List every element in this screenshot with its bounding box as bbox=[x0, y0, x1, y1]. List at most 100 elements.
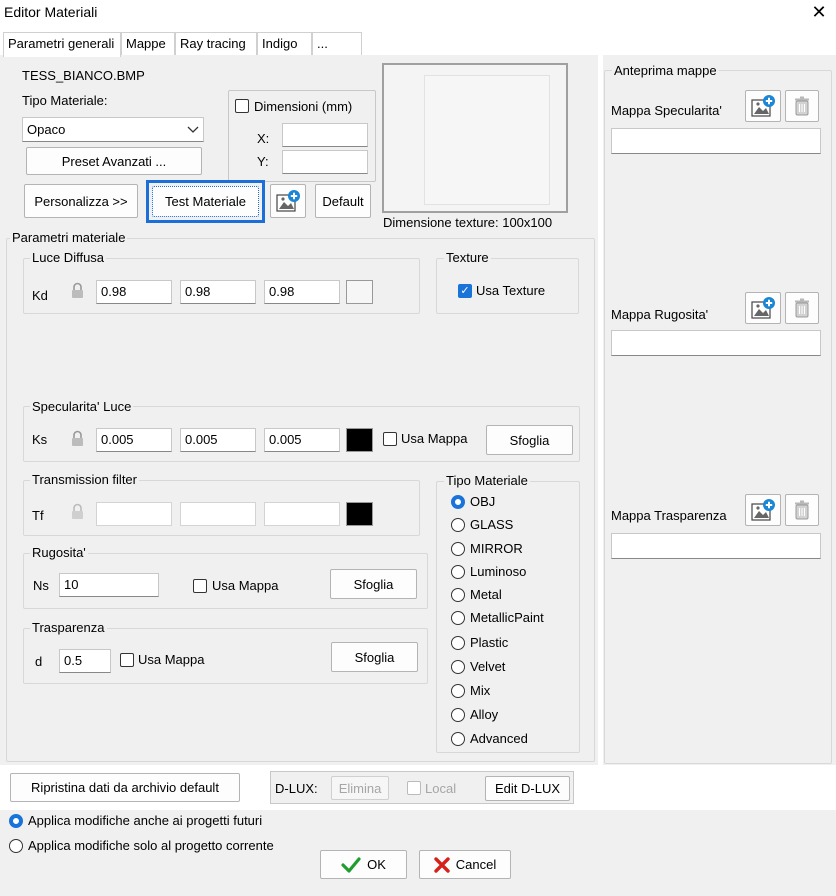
ks-label: Ks bbox=[32, 432, 48, 447]
tab-parametri-generali[interactable]: Parametri generali bbox=[3, 32, 121, 57]
apply-future-radio[interactable] bbox=[9, 814, 23, 828]
ks-g-input[interactable]: 0.005 bbox=[180, 428, 256, 452]
trash-icon bbox=[795, 500, 809, 520]
window-title: Editor Materiali bbox=[4, 4, 98, 20]
ks-r-input[interactable]: 0.005 bbox=[96, 428, 172, 452]
title-bar: Editor Materiali ✕ bbox=[0, 0, 836, 26]
add-image-button[interactable] bbox=[270, 184, 306, 218]
usa-texture-checkbox[interactable]: ✓ bbox=[458, 284, 472, 298]
tab-mappe[interactable]: Mappe bbox=[121, 32, 175, 56]
ripristina-button[interactable]: Ripristina dati da archivio default bbox=[10, 773, 240, 802]
y-label: Y: bbox=[257, 154, 269, 169]
radio-advanced[interactable] bbox=[451, 732, 465, 746]
d-label: d bbox=[35, 654, 43, 669]
anteprima-mappe-group bbox=[604, 70, 832, 764]
radio-luminoso[interactable] bbox=[451, 565, 465, 579]
rugosita-usa-mappa-checkbox[interactable] bbox=[193, 579, 207, 593]
ns-input[interactable]: 10 bbox=[59, 573, 159, 597]
transmission-color-swatch[interactable] bbox=[346, 502, 373, 526]
transparency-map-delete-button[interactable] bbox=[785, 494, 819, 526]
texture-preview-image bbox=[424, 75, 550, 205]
trasparenza-usa-mappa-checkbox[interactable] bbox=[120, 653, 134, 667]
test-materiale-button[interactable]: Test Materiale bbox=[152, 186, 259, 217]
d-input[interactable]: 0.5 bbox=[59, 649, 111, 673]
transmission-label: Transmission filter bbox=[30, 472, 139, 487]
diffuse-color-swatch[interactable] bbox=[346, 280, 373, 304]
y-input[interactable] bbox=[282, 150, 368, 174]
x-label: X: bbox=[257, 131, 270, 146]
tipo-materiale-group-label: Tipo Materiale bbox=[444, 473, 530, 488]
kd-b-input[interactable]: 0.98 bbox=[264, 280, 340, 304]
specular-map-delete-button[interactable] bbox=[785, 90, 819, 122]
radio-alloy-label: Alloy bbox=[470, 707, 499, 722]
radio-metallicpaint[interactable] bbox=[451, 611, 465, 625]
radio-metal[interactable] bbox=[451, 588, 465, 602]
x-mark-icon bbox=[434, 856, 450, 873]
kd-label: Kd bbox=[32, 288, 48, 303]
tf-g-input[interactable] bbox=[180, 502, 256, 526]
trasparenza-label: Trasparenza bbox=[30, 620, 107, 635]
rugosita-label: Rugosita' bbox=[30, 545, 88, 560]
kd-g-input[interactable]: 0.98 bbox=[180, 280, 256, 304]
tab-indigo[interactable]: Indigo bbox=[257, 32, 312, 56]
apply-current-label: Applica modifiche solo al progetto corre… bbox=[28, 838, 274, 853]
tf-r-input[interactable] bbox=[96, 502, 172, 526]
trasparenza-sfoglia-button[interactable]: Sfoglia bbox=[331, 642, 418, 672]
specular-map-add-button[interactable] bbox=[745, 90, 781, 122]
apply-current-radio[interactable] bbox=[9, 839, 23, 853]
lock-icon[interactable] bbox=[70, 430, 85, 447]
radio-mirror-label: MIRROR bbox=[470, 541, 523, 556]
radio-alloy[interactable] bbox=[451, 708, 465, 722]
rugosita-sfoglia-button[interactable]: Sfoglia bbox=[330, 569, 417, 599]
radio-plastic-label: Plastic bbox=[470, 635, 509, 650]
tf-b-input[interactable] bbox=[264, 502, 340, 526]
mappa-rugosita-input[interactable] bbox=[611, 330, 821, 356]
ok-label: OK bbox=[367, 857, 386, 872]
tab-more[interactable]: ... bbox=[312, 32, 362, 56]
texture-label: Texture bbox=[444, 250, 491, 265]
radio-obj[interactable] bbox=[451, 495, 465, 509]
mappa-specularita-input[interactable] bbox=[611, 128, 821, 154]
radio-plastic[interactable] bbox=[451, 636, 465, 650]
apply-future-label: Applica modifiche anche ai progetti futu… bbox=[28, 813, 263, 828]
radio-luminoso-label: Luminoso bbox=[470, 564, 527, 579]
ok-button[interactable]: OK bbox=[320, 850, 407, 879]
usa-texture-label: Usa Texture bbox=[476, 283, 546, 298]
radio-velvet-label: Velvet bbox=[470, 659, 506, 674]
tipo-materiale-value: Opaco bbox=[27, 122, 66, 137]
specular-color-swatch[interactable] bbox=[346, 428, 373, 452]
ks-b-input[interactable]: 0.005 bbox=[264, 428, 340, 452]
add-image-icon bbox=[751, 297, 775, 319]
x-input[interactable] bbox=[282, 123, 368, 147]
mappa-trasparenza-input[interactable] bbox=[611, 533, 821, 559]
close-icon[interactable]: ✕ bbox=[808, 2, 830, 22]
specularita-label: Specularita' Luce bbox=[30, 399, 134, 414]
radio-velvet[interactable] bbox=[451, 660, 465, 674]
lock-icon[interactable] bbox=[70, 282, 85, 299]
radio-mix[interactable] bbox=[451, 684, 465, 698]
default-button[interactable]: Default bbox=[315, 184, 371, 218]
mappa-rugosita-label: Mappa Rugosita' bbox=[611, 307, 709, 322]
kd-r-input[interactable]: 0.98 bbox=[96, 280, 172, 304]
tipo-materiale-select[interactable]: Opaco bbox=[22, 117, 204, 142]
cancel-button[interactable]: Cancel bbox=[419, 850, 511, 879]
specular-usa-mappa-checkbox[interactable] bbox=[383, 432, 397, 446]
radio-advanced-label: Advanced bbox=[470, 731, 528, 746]
roughness-map-add-button[interactable] bbox=[745, 292, 781, 324]
trasparenza-usa-mappa-label: Usa Mappa bbox=[138, 652, 205, 667]
texture-dimension-text: Dimensione texture: 100x100 bbox=[383, 215, 553, 230]
tab-ray-tracing[interactable]: Ray tracing bbox=[175, 32, 257, 56]
preset-avanzati-button[interactable]: Preset Avanzati ... bbox=[26, 147, 202, 175]
elimina-button[interactable]: Elimina bbox=[331, 776, 389, 800]
transparency-map-add-button[interactable] bbox=[745, 494, 781, 526]
roughness-map-delete-button[interactable] bbox=[785, 292, 819, 324]
local-label: Local bbox=[425, 781, 457, 796]
local-checkbox[interactable] bbox=[407, 781, 421, 795]
personalizza-button[interactable]: Personalizza >> bbox=[24, 184, 138, 218]
edit-dlux-button[interactable]: Edit D-LUX bbox=[485, 776, 570, 801]
specular-sfoglia-button[interactable]: Sfoglia bbox=[486, 425, 573, 455]
dimensioni-checkbox[interactable] bbox=[235, 99, 249, 113]
radio-glass[interactable] bbox=[451, 518, 465, 532]
radio-mirror[interactable] bbox=[451, 542, 465, 556]
lock-icon[interactable] bbox=[70, 503, 85, 520]
